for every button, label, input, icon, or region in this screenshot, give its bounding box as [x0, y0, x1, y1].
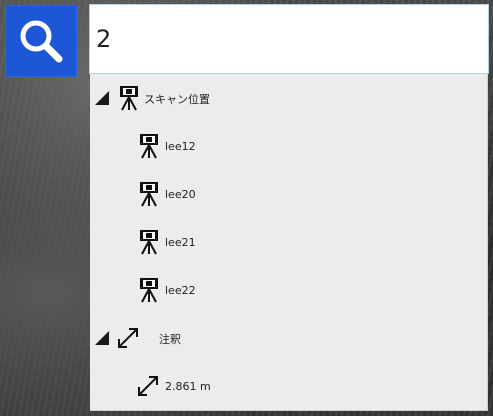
result-item-label: lee12: [165, 140, 196, 153]
result-item[interactable]: lee21: [90, 218, 487, 266]
result-item[interactable]: lee20: [90, 170, 487, 218]
scanner-tripod-icon: [140, 134, 158, 159]
search-button[interactable]: [5, 5, 77, 77]
result-item[interactable]: lee12: [90, 122, 487, 170]
scanner-tripod-icon: [120, 86, 138, 111]
scanner-tripod-icon: [140, 230, 158, 255]
search-icon: [20, 20, 63, 63]
group-label: スキャン位置: [144, 93, 210, 106]
measure-arrow-icon: [118, 328, 138, 348]
measure-arrow-icon: [138, 376, 158, 396]
collapse-triangle-icon[interactable]: [94, 330, 110, 346]
scanner-tripod-icon: [140, 182, 158, 207]
result-item-label: lee22: [165, 284, 196, 297]
group-label: 注釈: [159, 333, 181, 346]
group-header-annotations[interactable]: 注釈: [90, 314, 487, 362]
result-item[interactable]: lee22: [90, 266, 487, 314]
search-field[interactable]: [89, 4, 489, 74]
search-results-dropdown: スキャン位置 lee12 lee20 lee21 lee22 注釈 2.861 …: [90, 74, 488, 411]
result-item[interactable]: 2.861 m: [90, 362, 487, 410]
scanner-tripod-icon: [140, 278, 158, 303]
search-input[interactable]: [96, 17, 476, 61]
result-item-label: lee20: [165, 188, 196, 201]
result-item-label: 2.861 m: [165, 380, 211, 393]
result-item-label: lee21: [165, 236, 196, 249]
group-header-scan-positions[interactable]: スキャン位置: [90, 74, 487, 122]
collapse-triangle-icon[interactable]: [94, 90, 110, 106]
